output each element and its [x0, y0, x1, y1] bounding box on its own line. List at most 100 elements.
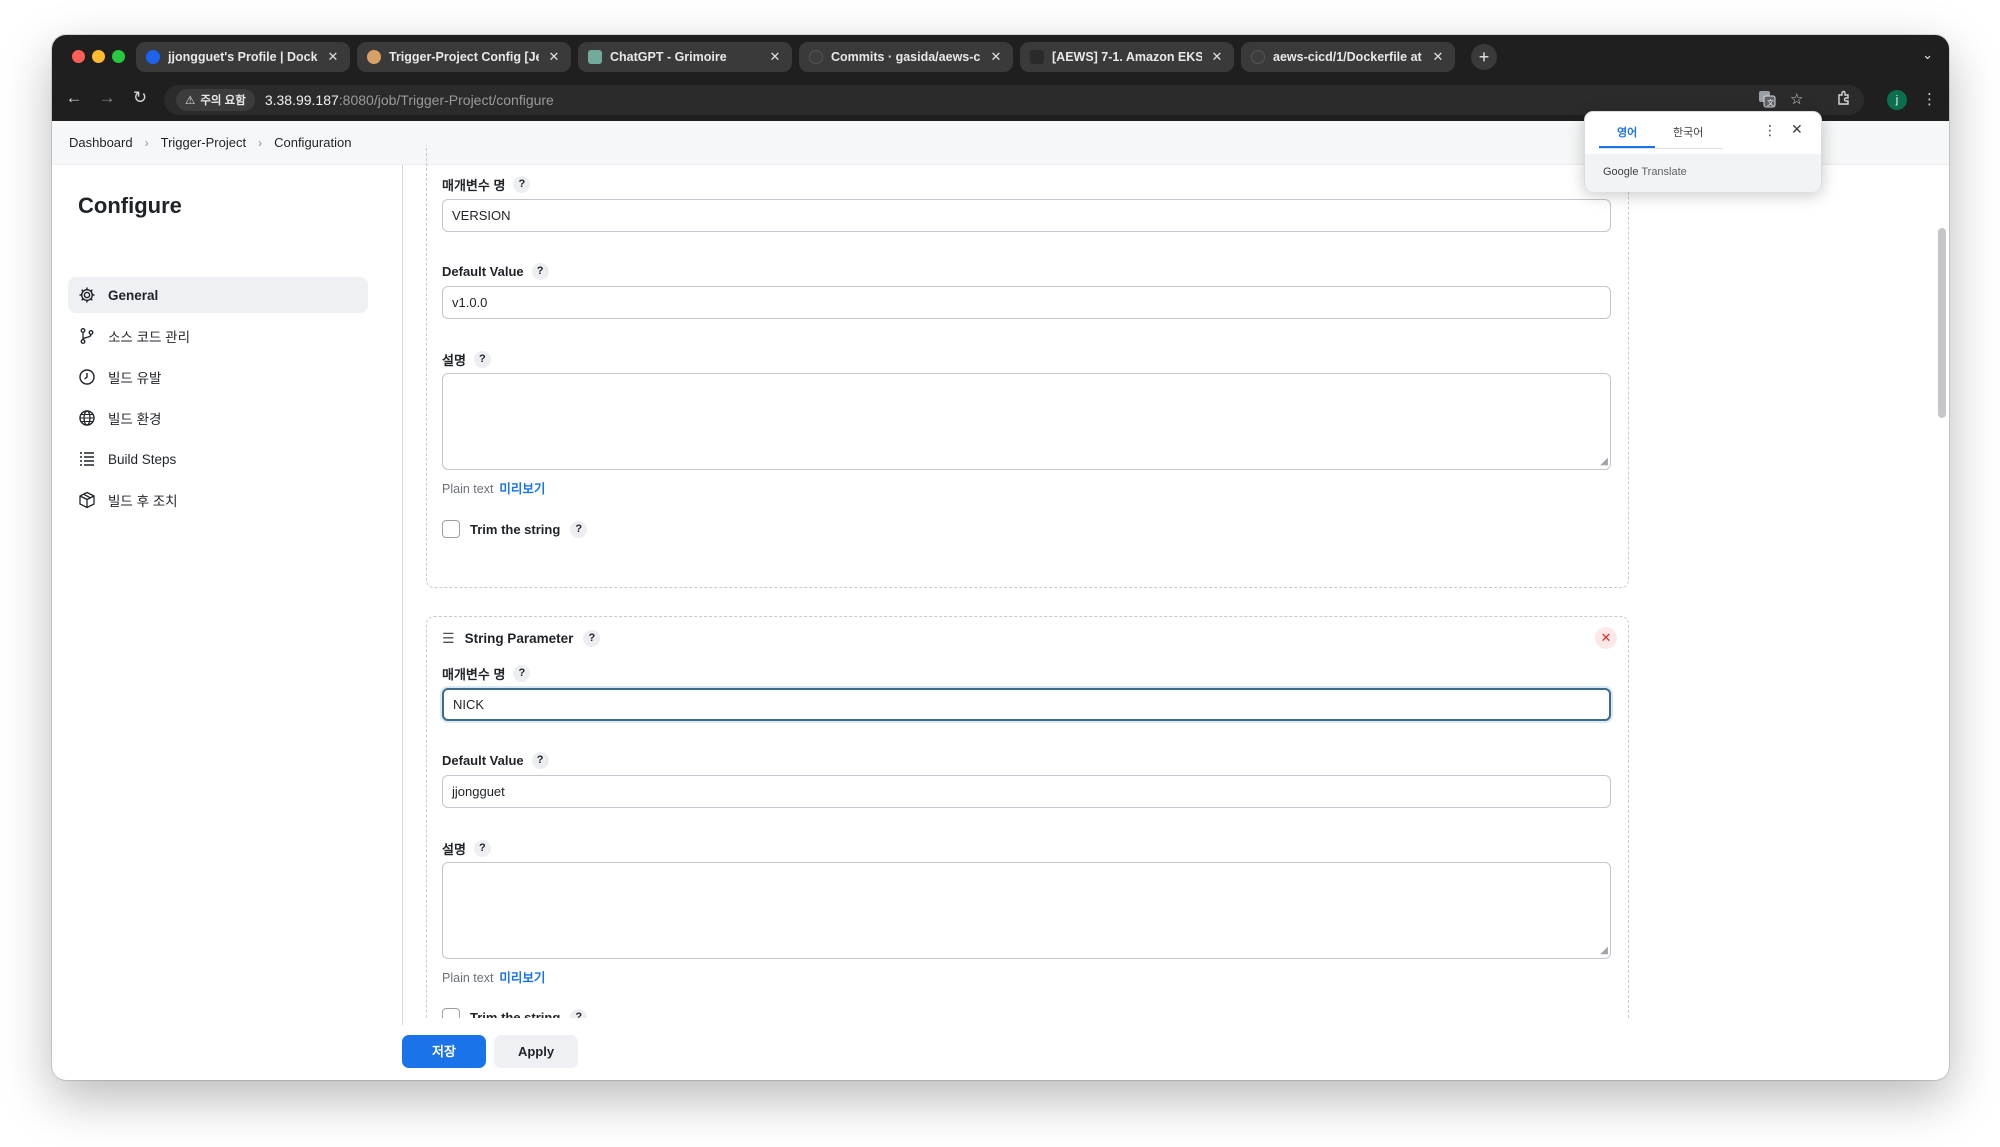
bottom-action-bar: [403, 1018, 1693, 1080]
browser-tab[interactable]: ChatGPT - Grimoire ✕: [578, 42, 792, 72]
sidebar-item-label: General: [108, 287, 159, 303]
tab-title: Trigger-Project Config [Jenk: [389, 50, 539, 64]
help-icon[interactable]: ?: [531, 263, 549, 280]
sidebar-item-scm[interactable]: 소스 코드 관리: [68, 318, 368, 354]
chevron-right-icon: ›: [144, 135, 149, 150]
browser-tab[interactable]: aews-cicd/1/Dockerfile at ma ✕: [1241, 42, 1455, 72]
markup-hint: Plain text 미리보기: [442, 967, 545, 986]
sidebar-item-label: Build Steps: [108, 451, 177, 467]
maximize-window-button[interactable]: [112, 50, 125, 63]
breadcrumb-project[interactable]: Trigger-Project: [161, 135, 246, 150]
help-icon[interactable]: ?: [570, 520, 588, 538]
help-icon[interactable]: ?: [513, 665, 531, 682]
close-tab-icon[interactable]: ✕: [989, 49, 1003, 65]
close-window-button[interactable]: [72, 50, 85, 63]
description-label: 설명 ?: [442, 350, 491, 369]
translate-menu-icon[interactable]: ⋮: [1763, 122, 1777, 139]
breadcrumb-dashboard[interactable]: Dashboard: [69, 135, 133, 150]
notion-favicon-icon: [1030, 50, 1044, 64]
description-textarea[interactable]: ◢: [442, 862, 1611, 959]
translate-source-language-tab[interactable]: 영어: [1617, 124, 1637, 140]
save-button[interactable]: 저장: [402, 1035, 486, 1068]
close-tab-icon[interactable]: ✕: [326, 49, 340, 65]
resize-handle-icon[interactable]: ◢: [1600, 456, 1608, 467]
help-icon[interactable]: ?: [531, 752, 549, 769]
gear-icon: [79, 287, 95, 303]
google-translate-popup: 영어 한국어 ⋮ ✕ Google Translate: [1584, 111, 1822, 192]
new-tab-button[interactable]: +: [1471, 44, 1497, 70]
default-value-label: Default Value ?: [442, 263, 549, 280]
default-value-label-text: Default Value: [442, 264, 524, 279]
page-title: Configure: [78, 193, 182, 218]
extensions-puzzle-icon[interactable]: [1836, 90, 1852, 110]
close-tab-icon[interactable]: ✕: [768, 49, 782, 65]
config-form: 매개변수 명 ? VERSION Default Value ? v1.0.0 …: [410, 145, 1700, 1080]
tab-search-chevron-icon[interactable]: ⌄: [1922, 47, 1933, 63]
browser-menu-icon[interactable]: ⋮: [1922, 90, 1937, 108]
forward-arrow-icon[interactable]: →: [95, 88, 119, 108]
chevron-right-icon: ›: [258, 135, 263, 150]
sidebar-divider: [402, 165, 403, 1025]
translate-close-icon[interactable]: ✕: [1791, 121, 1803, 138]
translate-icon[interactable]: 文: [1758, 90, 1776, 112]
default-value-label: Default Value ?: [442, 752, 549, 769]
trim-string-label: Trim the string: [470, 521, 561, 537]
resize-handle-icon[interactable]: ◢: [1600, 945, 1608, 956]
description-label: 설명 ?: [442, 839, 491, 858]
sidebar-item-build-triggers[interactable]: 빌드 유발: [68, 359, 368, 395]
sidebar-item-build-steps[interactable]: Build Steps: [68, 441, 368, 477]
reload-icon[interactable]: ↻: [128, 88, 152, 108]
sidebar-item-label: 빌드 환경: [108, 412, 162, 427]
help-icon[interactable]: ?: [473, 351, 491, 368]
default-value-input[interactable]: v1.0.0: [442, 286, 1611, 319]
help-icon[interactable]: ?: [583, 630, 601, 647]
plain-text-hint: Plain text: [442, 482, 494, 496]
string-parameter-block: 매개변수 명 ? VERSION Default Value ? v1.0.0 …: [426, 145, 1629, 588]
default-value-input[interactable]: jjongguet: [442, 775, 1611, 808]
sidebar-item-post-build[interactable]: 빌드 후 조치: [68, 482, 368, 518]
param-name-input[interactable]: NICK: [442, 688, 1611, 721]
tab-title: Commits · gasida/aews-cicd: [831, 50, 981, 64]
browser-tab[interactable]: Commits · gasida/aews-cicd ✕: [799, 42, 1013, 72]
description-label-text: 설명: [442, 353, 466, 368]
svg-text:文: 文: [1767, 98, 1774, 107]
clock-icon: [79, 369, 95, 385]
help-icon[interactable]: ?: [473, 840, 491, 857]
browser-tab[interactable]: jjongguet's Profile | Docker H ✕: [136, 42, 350, 72]
default-value-label-text: Default Value: [442, 753, 524, 768]
drag-handle-icon[interactable]: ☰: [442, 630, 455, 647]
docker-favicon-icon: [146, 50, 160, 64]
breadcrumb-configuration[interactable]: Configuration: [274, 135, 351, 150]
minimize-window-button[interactable]: [92, 50, 105, 63]
sidebar-item-general[interactable]: General: [68, 277, 368, 313]
back-arrow-icon[interactable]: ←: [62, 88, 86, 108]
warning-triangle-icon: ⚠: [185, 95, 196, 107]
browser-tab[interactable]: [AEWS] 7-1. Amazon EKS - C ✕: [1020, 42, 1234, 72]
branch-icon: [80, 328, 94, 344]
param-name-input[interactable]: VERSION: [442, 199, 1611, 232]
parameter-header: ☰ String Parameter ?: [442, 630, 601, 647]
box-icon: [79, 491, 95, 509]
security-warning-chip[interactable]: ⚠ 주의 요함: [176, 89, 255, 111]
tab-title: jjongguet's Profile | Docker H: [168, 50, 318, 64]
preview-link[interactable]: 미리보기: [499, 971, 545, 985]
help-icon[interactable]: ?: [513, 176, 531, 193]
tab-title: aews-cicd/1/Dockerfile at ma: [1273, 50, 1423, 64]
preview-link[interactable]: 미리보기: [499, 482, 545, 496]
bookmark-star-icon[interactable]: ☆: [1790, 90, 1803, 108]
browser-tab-active[interactable]: Trigger-Project Config [Jenk ✕: [357, 42, 571, 72]
tab-title: ChatGPT - Grimoire: [610, 50, 727, 64]
close-tab-icon[interactable]: ✕: [1210, 49, 1224, 65]
sidebar-item-build-environment[interactable]: 빌드 환경: [68, 400, 368, 436]
scrollbar-thumb[interactable]: [1938, 228, 1946, 418]
profile-avatar[interactable]: j: [1887, 90, 1907, 110]
trim-string-checkbox[interactable]: [442, 520, 460, 538]
translate-target-language-tab[interactable]: 한국어: [1673, 124, 1703, 140]
description-label-text: 설명: [442, 842, 466, 857]
close-tab-icon[interactable]: ✕: [547, 49, 561, 65]
github-favicon-icon: [809, 50, 823, 64]
apply-button[interactable]: Apply: [494, 1035, 578, 1068]
close-tab-icon[interactable]: ✕: [1431, 49, 1445, 65]
description-textarea[interactable]: ◢: [442, 373, 1611, 470]
delete-parameter-icon[interactable]: ✕: [1595, 627, 1617, 649]
